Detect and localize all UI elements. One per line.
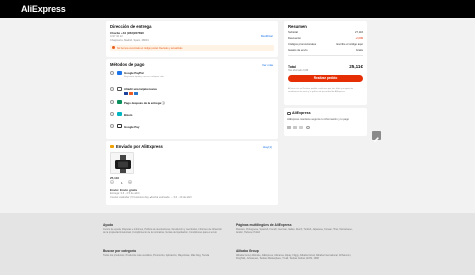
footer: Ayuda Centro de ayuda, Disputas e inform…	[0, 213, 475, 275]
payment-label: Google Pay	[124, 124, 140, 129]
radio-button[interactable]	[110, 124, 114, 128]
payment-label: Añadir una tarjeta nueva	[124, 87, 157, 91]
alibaba-group-title: Alibaba Group	[236, 249, 259, 253]
amex-icon	[134, 92, 138, 95]
increase-button[interactable]: +	[128, 180, 132, 184]
browse-title: Buscar por categoría	[103, 249, 136, 253]
product-image[interactable]	[110, 152, 134, 174]
security-text: AliExpress mantiene seguros tu informaci…	[287, 118, 349, 121]
item-count-link[interactable]: Hay(1)	[263, 145, 272, 149]
quantity-value: 1	[121, 180, 123, 185]
address-line-2: Chapinería, Madrid, Spain, 28001	[110, 38, 149, 42]
mastercard-icon	[129, 92, 133, 95]
help-title: Ayuda	[103, 223, 113, 227]
promo-code-input[interactable]: Escribe el código aquí	[337, 43, 363, 46]
alibaba-group-links[interactable]: Alibaba Group Website, AliExpress, Alima…	[236, 254, 356, 261]
payment-methods-card: Métodos de pago Ver más Google PayPal Re…	[106, 59, 278, 139]
payment-title: Métodos de pago	[110, 62, 145, 67]
delivery-detail: Courier estándar | 5 business day ●Fecha…	[110, 196, 192, 199]
shipping-title: Enviado por AliExpress	[116, 144, 163, 149]
discount-value: -2,00€	[355, 37, 363, 40]
edit-floating-button[interactable]	[372, 131, 381, 142]
shipping-cost-value: Gratis	[355, 49, 363, 52]
aliexpress-security-card: AliExpress AliExpress mantiene seguros t…	[284, 108, 367, 136]
address-title: Dirección de entrega	[110, 24, 152, 29]
shipping-cost-label: Gastos de envío	[288, 49, 308, 52]
subtotal-label: Subtotal	[288, 31, 298, 34]
aliexpress-logo[interactable]: AliExpress	[21, 4, 66, 14]
check-icon	[299, 126, 303, 129]
shipped-by-aliexpress-card: Enviado por AliExpress Hay(1) 25,11€ − 1…	[106, 141, 278, 205]
cash-icon	[117, 100, 122, 104]
radio-button[interactable]	[110, 71, 114, 75]
place-order-button[interactable]: Realizar pedido	[288, 75, 363, 82]
promo-code-label: Códigos promocionales	[288, 43, 317, 46]
view-more-link[interactable]: Ver más	[262, 63, 273, 67]
card-icon	[293, 126, 297, 129]
delivery-address-card: Dirección de entrega Modificar Charlie +…	[106, 21, 278, 57]
browse-links[interactable]: Todos los productos, Productos más vendi…	[103, 254, 223, 257]
warning-icon	[112, 46, 115, 50]
radio-button[interactable]	[110, 100, 114, 104]
modify-address-link[interactable]: Modificar	[261, 34, 273, 38]
package-icon	[110, 144, 114, 148]
savings-note: Has ahorrado 2,00€	[288, 69, 309, 72]
total-label: Total	[288, 65, 296, 69]
terms-fineprint: Al hacer clic en Realizar pedido, confir…	[288, 88, 354, 93]
multilingual-links[interactable]: Russian, Portuguese, Spanish, French, Ge…	[236, 228, 356, 235]
delivery-date: Entrega: 3.6 - 4.5 de abril	[110, 192, 140, 195]
paypal-icon	[117, 71, 122, 75]
help-links[interactable]: Centro de ayuda, Disputas e informes, Po…	[103, 228, 223, 235]
payment-label: Google PayPal	[124, 71, 144, 75]
payment-label: Bizum	[124, 112, 133, 117]
order-summary-card: Resumen Subtotal 27,11€ Descuento -2,00€…	[284, 21, 367, 105]
quantity-stepper[interactable]: − 1 +	[110, 180, 135, 185]
decrease-button[interactable]: −	[110, 180, 114, 184]
bizum-icon	[117, 112, 122, 116]
multilingual-title: Páginas multilingües de AliExpress	[236, 223, 292, 227]
top-bar: AliExpress	[0, 0, 475, 18]
globe-icon	[306, 126, 310, 129]
radio-button[interactable]	[110, 112, 114, 116]
radio-button[interactable]	[110, 87, 114, 91]
pencil-icon	[374, 137, 379, 142]
total-value: 25,11€	[349, 64, 363, 69]
payment-label: Pago después de la entrega ⓘ	[124, 100, 165, 105]
security-title: AliExpress	[292, 111, 311, 115]
product-price: 25,11€	[110, 175, 120, 180]
payment-sublabel: Regístrate rápido y usa en cualquier sit…	[124, 75, 164, 78]
google-pay-icon	[117, 124, 122, 128]
credit-card-icon	[117, 87, 122, 91]
shield-icon	[287, 111, 291, 115]
postal-code-warning: No hemos encontrado el código postal. Re…	[110, 45, 274, 51]
summary-title: Resumen	[288, 24, 307, 29]
discount-label: Descuento	[288, 37, 301, 40]
lock-icon	[287, 126, 291, 129]
watch-icon	[115, 155, 131, 173]
subtotal-value: 27,11€	[354, 31, 363, 34]
divider	[288, 55, 363, 56]
warning-text: No hemos encontrado el código postal. Re…	[117, 46, 183, 50]
visa-icon	[124, 92, 128, 95]
